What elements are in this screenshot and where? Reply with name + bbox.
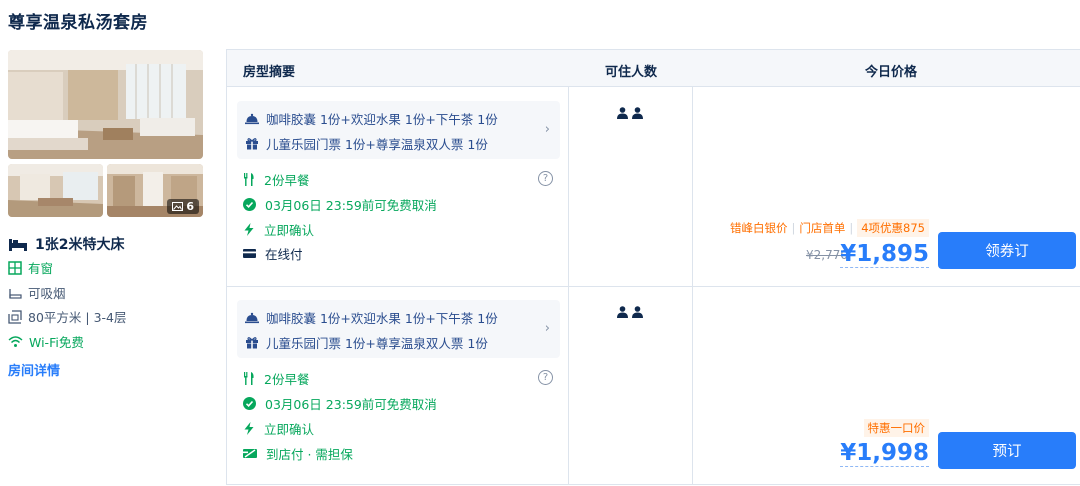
bed-label: 1张2米特大床: [35, 237, 125, 253]
package-line-text: 儿童乐园门票 1份+尊享温泉双人票 1份: [266, 336, 488, 351]
gallery-icon: [172, 202, 184, 211]
confirmation-info: 立即确认: [243, 419, 314, 438]
gift-icon: [246, 138, 258, 150]
current-price: ¥1,998: [840, 440, 929, 467]
attribute-smoking: 可吸烟: [8, 283, 66, 302]
promo-tag: 特惠一口价: [863, 419, 929, 437]
rate-table: 房型摘要 可住人数 今日价格 咖啡胶囊 1份+欢迎水果 1份+下午茶 1份 儿童…: [226, 49, 1080, 485]
promo-tags: 错峰白银价 | 门店首单 | 4项优惠875: [730, 219, 929, 237]
credit-card-icon: [243, 249, 256, 258]
check-circle-icon: [243, 198, 256, 211]
promo-tags: 特惠一口价: [863, 419, 929, 437]
promo-separator: |: [791, 221, 796, 235]
attribute-label: 可吸烟: [28, 286, 66, 301]
promo-tag: 门店首单: [799, 221, 846, 235]
book-button[interactable]: 预订: [938, 432, 1076, 469]
breakfast-info: 2份早餐: [243, 369, 309, 388]
promo-separator: |: [849, 221, 854, 235]
attribute-wifi: Wi-Fi免费: [8, 332, 84, 351]
photo-count-badge: 6: [167, 199, 199, 214]
attribute-label: Wi-Fi免费: [29, 335, 84, 350]
wifi-icon: [8, 336, 23, 347]
package-line-text: 咖啡胶囊 1份+欢迎水果 1份+下午茶 1份: [266, 311, 498, 326]
help-icon[interactable]: ?: [538, 370, 553, 385]
room-photo-main[interactable]: [8, 50, 203, 159]
confirmation-label: 立即确认: [264, 422, 315, 437]
row-divider: [227, 286, 1080, 287]
utensils-icon: [244, 173, 254, 186]
package-line-text: 咖啡胶囊 1份+欢迎水果 1份+下午茶 1份: [266, 112, 498, 127]
confirmation-label: 立即确认: [264, 223, 315, 238]
bed-icon: [9, 239, 27, 251]
header-summary: 房型摘要: [243, 65, 296, 80]
person-icon: [632, 107, 643, 119]
pay-at-hotel-icon: [243, 449, 257, 458]
promo-discount-tag: 4项优惠875: [857, 219, 929, 237]
payment-label: 在线付: [265, 247, 303, 262]
area-icon: [8, 309, 22, 324]
dining-cloche-icon: [245, 312, 259, 323]
cancellation-info: 03月06日 23:59前可免费取消: [243, 195, 437, 214]
attribute-window: 有窗: [8, 258, 53, 277]
person-icon: [632, 306, 643, 318]
person-icon: [617, 306, 628, 318]
table-header: 房型摘要 可住人数 今日价格: [227, 50, 1080, 87]
chevron-right-icon: ›: [544, 122, 550, 137]
current-price: ¥1,895: [840, 241, 929, 268]
person-icon: [617, 107, 628, 119]
gift-icon: [246, 337, 258, 349]
help-icon[interactable]: ?: [538, 171, 553, 186]
cancellation-label: 03月06日 23:59前可免费取消: [265, 198, 437, 213]
room-photo-image: [8, 50, 203, 159]
occupancy-guests: [617, 107, 643, 119]
payment-info: 到店付 · 需担保: [243, 444, 353, 463]
package-line: 咖啡胶囊 1份+欢迎水果 1份+下午茶 1份: [245, 308, 498, 327]
promo-tag: 错峰白银价: [729, 221, 788, 235]
header-occupancy: 可住人数: [605, 65, 658, 80]
room-details-link[interactable]: 房间详情: [8, 360, 60, 379]
package-info[interactable]: 咖啡胶囊 1份+欢迎水果 1份+下午茶 1份 儿童乐园门票 1份+尊享温泉双人票…: [237, 300, 560, 358]
header-price: 今日价格: [865, 65, 918, 80]
dining-cloche-icon: [245, 113, 259, 124]
lightning-icon: [244, 223, 254, 236]
package-line: 儿童乐园门票 1份+尊享温泉双人票 1份: [245, 333, 488, 352]
room-title: 尊享温泉私汤套房: [8, 13, 148, 33]
package-info[interactable]: 咖啡胶囊 1份+欢迎水果 1份+下午茶 1份 儿童乐园门票 1份+尊享温泉双人票…: [237, 101, 560, 159]
breakfast-label: 2份早餐: [264, 372, 310, 387]
attribute-label: 有窗: [28, 261, 54, 276]
room-photo-thumb[interactable]: [8, 164, 103, 217]
room-photo-thumb[interactable]: 6: [107, 164, 203, 217]
payment-info: 在线付: [243, 244, 303, 263]
package-line-text: 儿童乐园门票 1份+尊享温泉双人票 1份: [266, 137, 488, 152]
attribute-area: 80平方米 | 3-4层: [8, 307, 126, 326]
cancellation-info: 03月06日 23:59前可免费取消: [243, 394, 437, 413]
utensils-icon: [244, 372, 254, 385]
cancellation-label: 03月06日 23:59前可免费取消: [265, 397, 437, 412]
claim-coupon-book-button[interactable]: 领券订: [938, 232, 1076, 269]
lightning-icon: [244, 422, 254, 435]
smoking-icon: [9, 288, 22, 299]
breakfast-info: 2份早餐: [243, 170, 309, 189]
package-line: 儿童乐园门票 1份+尊享温泉双人票 1份: [245, 134, 488, 153]
check-circle-icon: [243, 397, 256, 410]
attribute-label: 80平方米 | 3-4层: [28, 310, 127, 325]
photo-count: 6: [186, 200, 194, 213]
bed-type: 1张2米特大床: [8, 234, 124, 254]
window-icon: [8, 260, 22, 275]
payment-label: 到店付 · 需担保: [266, 447, 353, 462]
breakfast-label: 2份早餐: [264, 173, 310, 188]
room-photo-image: [8, 164, 103, 217]
occupancy-guests: [617, 306, 643, 318]
package-line: 咖啡胶囊 1份+欢迎水果 1份+下午茶 1份: [245, 109, 498, 128]
confirmation-info: 立即确认: [243, 220, 314, 239]
chevron-right-icon: ›: [544, 321, 550, 336]
